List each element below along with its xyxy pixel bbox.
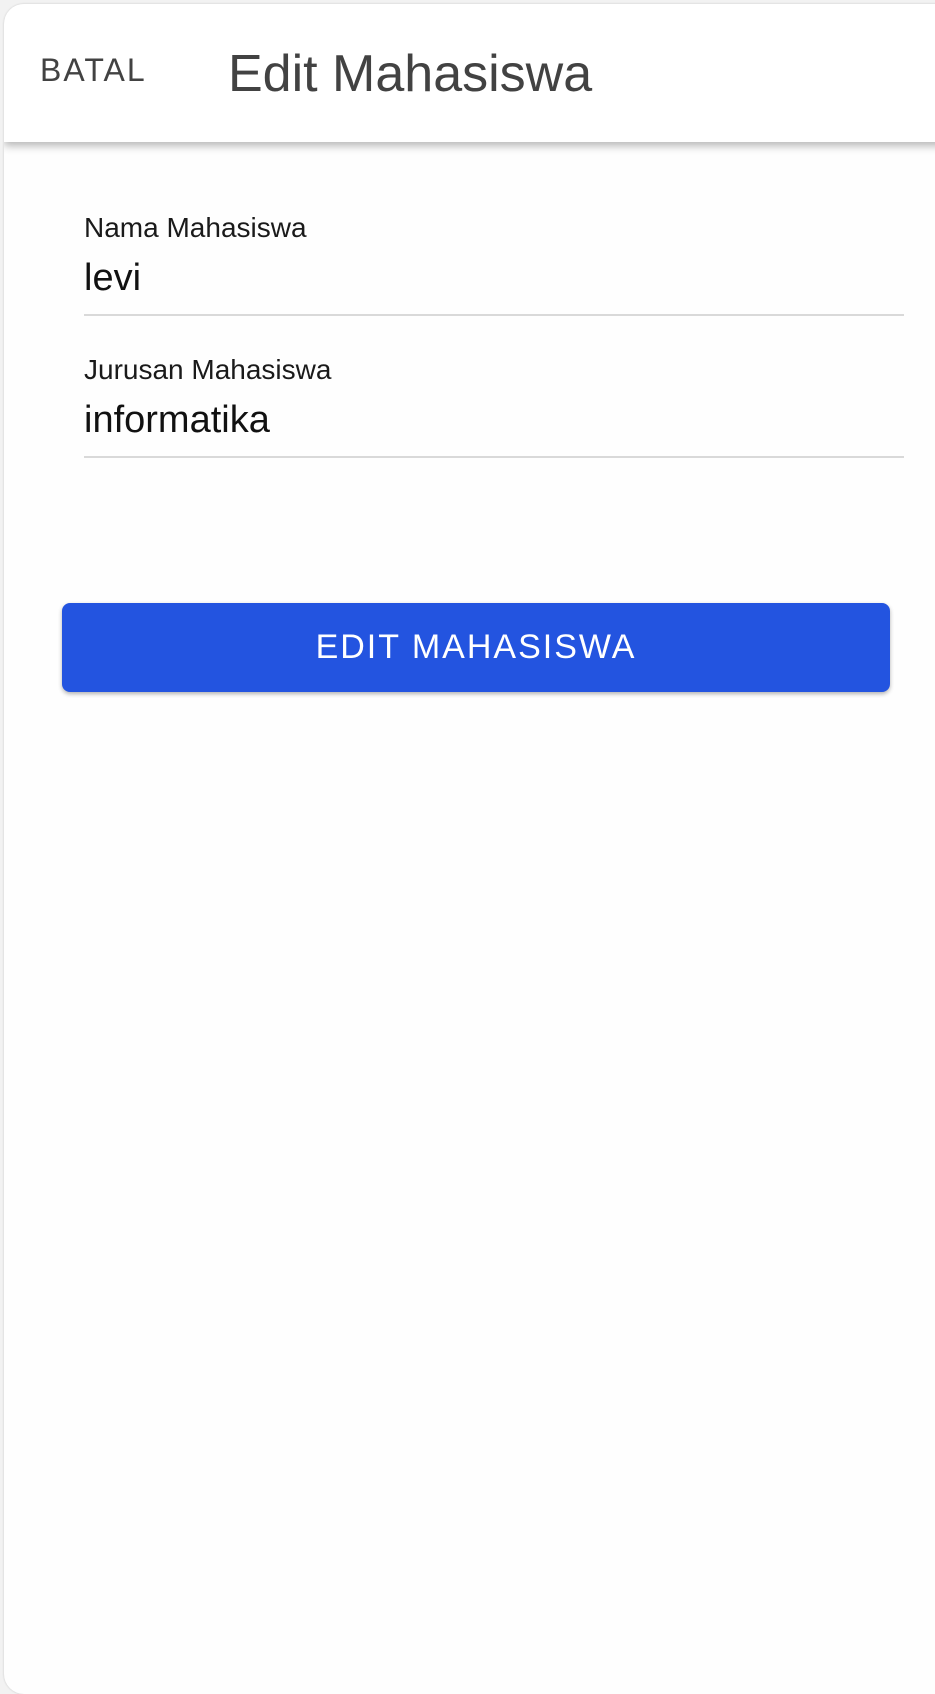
edit-form: Nama Mahasiswa Jurusan Mahasiswa EDIT MA… [4, 142, 935, 1694]
toolbar: BATAL Edit Mahasiswa [4, 4, 935, 142]
nama-underline [84, 314, 904, 316]
jurusan-input[interactable] [84, 398, 904, 444]
edit-mahasiswa-button[interactable]: EDIT MAHASISWA [62, 603, 890, 692]
page-title: Edit Mahasiswa [228, 45, 593, 103]
nama-input[interactable] [84, 256, 904, 302]
app-screen: BATAL Edit Mahasiswa Nama Mahasiswa Juru… [4, 4, 935, 1694]
nama-label: Nama Mahasiswa [84, 212, 307, 243]
jurusan-label: Jurusan Mahasiswa [84, 354, 332, 385]
cancel-button[interactable]: BATAL [40, 54, 147, 86]
jurusan-underline [84, 456, 904, 458]
